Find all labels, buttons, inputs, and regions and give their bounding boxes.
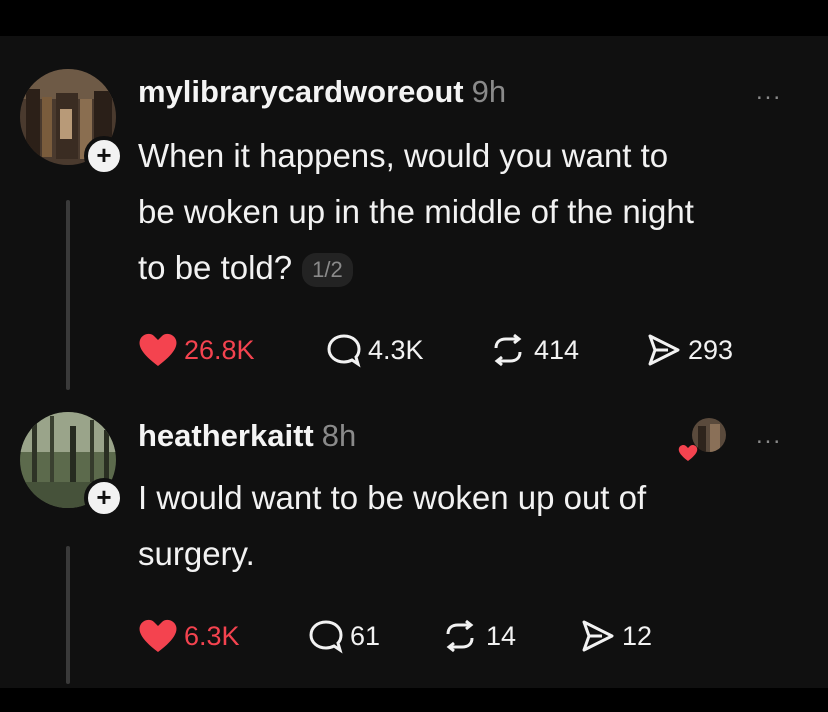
more-icon[interactable]: ... [756, 422, 782, 450]
repost-icon [494, 333, 522, 367]
post-line: I would want to be woken up out of [138, 479, 647, 516]
post-text: I would want to be woken up out of surge… [138, 470, 646, 582]
more-icon[interactable]: ... [756, 78, 782, 106]
share-icon [648, 334, 680, 366]
page-indicator: 1/2 [302, 253, 353, 288]
threads-card: + mylibrarycardworeout 9h ... When it hap… [0, 36, 828, 688]
username-text[interactable]: heatherkaitt [138, 418, 314, 453]
heart-icon [139, 333, 177, 366]
post-time: 9h [471, 74, 507, 109]
post-line: be woken up in the middle of the night [138, 193, 694, 230]
repost-count: 14 [486, 620, 517, 651]
heart-icon [139, 619, 177, 652]
thread-line [66, 546, 70, 684]
share-count: 293 [688, 334, 734, 365]
follow-plus-icon[interactable]: + [84, 136, 124, 176]
comment-button[interactable]: 4.3K [326, 332, 424, 368]
post-line: surgery. [138, 535, 255, 572]
like-button[interactable]: 26.8K [138, 332, 255, 368]
post-line-last: to be told? 1/2 [138, 240, 694, 296]
liked-by-author-heart-icon [678, 444, 698, 461]
repost-count: 414 [534, 334, 580, 365]
comment-icon [327, 334, 361, 368]
share-button[interactable]: 12 [580, 618, 652, 654]
comment-count: 61 [350, 620, 381, 651]
post-username[interactable]: heatherkaitt 8h [138, 418, 356, 454]
thread-line [66, 200, 70, 390]
post-text: When it happens, would you want to be wo… [138, 128, 694, 296]
post-time: 8h [321, 418, 357, 453]
post-username[interactable]: mylibrarycardworeout 9h [138, 74, 506, 110]
share-button[interactable]: 293 [646, 332, 733, 368]
share-count: 12 [622, 620, 653, 651]
post-line: to be told? [138, 249, 293, 286]
repost-icon [446, 619, 474, 653]
repost-button[interactable]: 14 [440, 618, 516, 654]
like-button[interactable]: 6.3K [138, 618, 240, 654]
follow-plus-icon[interactable]: + [84, 478, 124, 518]
like-count: 6.3K [184, 620, 240, 651]
post-line: When it happens, would you want to [138, 137, 669, 174]
username-text[interactable]: mylibrarycardworeout [138, 74, 464, 109]
share-icon [582, 620, 614, 652]
comment-count: 4.3K [368, 334, 424, 365]
like-count: 26.8K [184, 334, 255, 365]
comment-button[interactable]: 61 [308, 618, 380, 654]
comment-icon [309, 620, 343, 654]
repost-button[interactable]: 414 [488, 332, 579, 368]
